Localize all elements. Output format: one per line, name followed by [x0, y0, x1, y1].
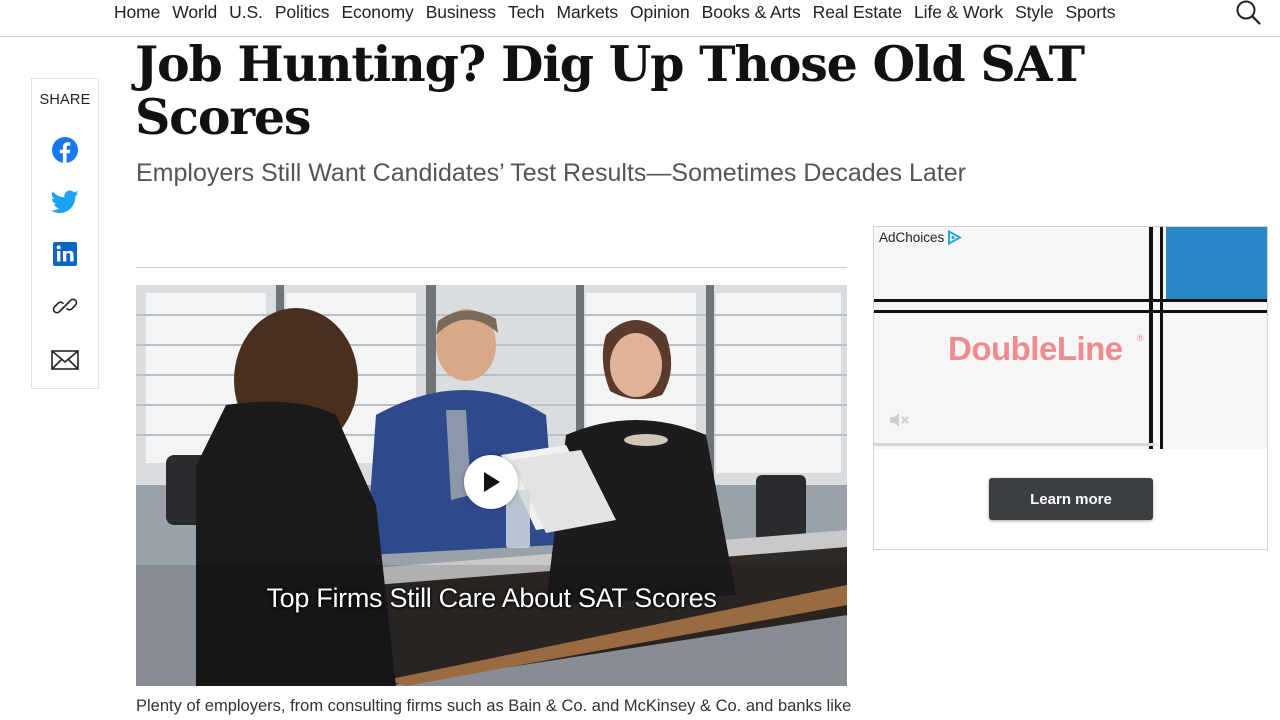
nav-item-home[interactable]: Home: [108, 2, 166, 23]
nav-item-tech[interactable]: Tech: [502, 2, 551, 23]
nav-item-style[interactable]: Style: [1009, 2, 1059, 23]
nav-item-life-work[interactable]: Life & Work: [908, 2, 1009, 23]
twitter-icon: [51, 190, 79, 213]
share-rail: SHARE: [31, 78, 99, 389]
link-icon: [52, 298, 78, 314]
share-label: SHARE: [39, 92, 91, 108]
adchoices-link[interactable]: AdChoices: [879, 230, 963, 245]
nav-item-sports[interactable]: Sports: [1059, 2, 1121, 23]
article-subheadline: Employers Still Want Candidates’ Test Re…: [136, 159, 966, 187]
facebook-icon: [52, 137, 78, 163]
advertisement[interactable]: AdChoices DoubleLine ® Learn more: [873, 226, 1268, 550]
nav-item-us[interactable]: U.S.: [223, 2, 269, 23]
play-icon: [484, 472, 500, 492]
adchoices-icon: [948, 230, 963, 245]
copy-link-button[interactable]: [49, 290, 81, 322]
search-icon: [1236, 0, 1261, 25]
ad-line: [874, 310, 1267, 313]
nav-item-world[interactable]: World: [166, 2, 223, 23]
share-facebook-button[interactable]: [49, 134, 81, 166]
ad-brand-logo: DoubleLine: [948, 330, 1123, 367]
linkedin-icon: [53, 242, 77, 266]
video-player[interactable]: Top Firms Still Care About SAT Scores: [136, 285, 847, 686]
ad-progress-bar: [874, 443, 1155, 446]
learn-more-button[interactable]: Learn more: [989, 478, 1153, 520]
ad-line: [1149, 227, 1153, 449]
ad-accent-block: [1166, 227, 1267, 301]
nav-item-opinion[interactable]: Opinion: [624, 2, 696, 23]
nav-item-business[interactable]: Business: [420, 2, 502, 23]
ad-registered-mark: ®: [1137, 333, 1144, 343]
ad-creative: AdChoices DoubleLine ®: [874, 227, 1267, 449]
share-twitter-button[interactable]: [49, 186, 81, 218]
divider: [136, 267, 847, 268]
search-button[interactable]: [1234, 0, 1264, 26]
nav-item-politics[interactable]: Politics: [269, 2, 336, 23]
top-navigation: Home World U.S. Politics Economy Busines…: [0, 0, 1280, 37]
article-body: Plenty of employers, from consulting fir…: [136, 697, 852, 715]
nav-menu: Home World U.S. Politics Economy Busines…: [108, 0, 1121, 24]
ad-line: [874, 299, 1267, 302]
video-caption: Top Firms Still Care About SAT Scores: [266, 583, 717, 613]
nav-item-markets[interactable]: Markets: [551, 2, 625, 23]
share-linkedin-button[interactable]: [49, 238, 81, 270]
nav-item-books-arts[interactable]: Books & Arts: [696, 2, 807, 23]
mute-button[interactable]: [888, 410, 910, 430]
ad-line: [1160, 227, 1163, 449]
play-button[interactable]: [464, 455, 518, 509]
article-headline: Job Hunting? Dig Up Those Old SAT Scores: [135, 35, 1085, 146]
email-icon: [51, 350, 79, 370]
adchoices-label: AdChoices: [879, 230, 945, 245]
nav-item-real-estate[interactable]: Real Estate: [807, 2, 908, 23]
share-email-button[interactable]: [49, 344, 81, 376]
muted-speaker-icon: [890, 413, 909, 427]
nav-item-economy[interactable]: Economy: [335, 2, 419, 23]
